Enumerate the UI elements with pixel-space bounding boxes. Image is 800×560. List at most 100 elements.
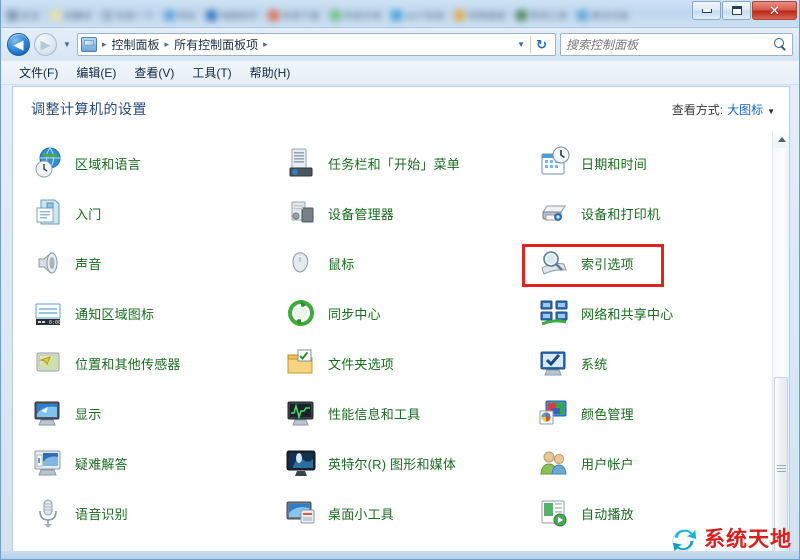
control-panel-item-label: 区域和语言 (75, 156, 142, 172)
chevron-down-icon: ▼ (63, 40, 71, 49)
tab-favicon-icon (49, 9, 61, 21)
view-by-control[interactable]: 查看方式: 大图标 ▼ (672, 101, 775, 118)
close-button[interactable]: ✕ (752, 1, 797, 20)
tab-label: 控制面板 (468, 10, 506, 21)
maximize-icon (731, 6, 742, 15)
control-panel-item-sync-center[interactable]: 同步中心 (266, 288, 519, 338)
search-input[interactable] (566, 37, 774, 52)
browser-tab[interactable]: 百度一下 (102, 9, 154, 22)
maximize-button[interactable] (722, 1, 751, 20)
date-time-icon (537, 146, 571, 180)
tab-label: 系统下载 (282, 10, 320, 21)
menu-tools[interactable]: 工具(T) (184, 62, 239, 83)
browser-tab[interactable]: 更多内容 (577, 9, 629, 22)
address-dropdown-button[interactable]: ▼ (512, 40, 530, 49)
speech-recognition-icon (31, 496, 65, 530)
control-panel-item-intel-graphics-media[interactable]: 英特尔(R) 图形和媒体 (266, 438, 519, 488)
control-panel-item-label: 显示 (75, 406, 102, 422)
control-panel-item-label: 声音 (75, 256, 102, 272)
performance-info-tools-icon (284, 396, 318, 430)
grid-row: 位置和其他传感器 文件夹选项 系统 (13, 338, 772, 388)
control-panel-item-sound[interactable]: 声音 (13, 238, 266, 288)
control-panel-item-display[interactable]: 显示 (13, 388, 266, 438)
watermark-text: 系统天地 (704, 527, 792, 551)
tab-favicon-icon (268, 9, 280, 21)
grid-row: 疑难解答 英特尔(R) 图形和媒体 用户帐户 (13, 438, 772, 488)
address-bar-row: ◀ ▶ ▼ ▸ 控制面板 ▸ 所有控制面板项 ▸ ▼ ↻ (1, 28, 799, 61)
control-panel-item-device-manager[interactable]: 设备管理器 (266, 188, 519, 238)
browser-tab[interactable]: 常用工具 (515, 9, 568, 22)
control-panel-item-label: 性能信息和工具 (328, 406, 421, 422)
scroll-up-button[interactable] (773, 131, 789, 148)
browser-tab[interactable]: 电脑软件 (206, 9, 258, 22)
control-panel-item-notification-area-icons[interactable]: 0:00 通知区域图标 (13, 288, 266, 338)
vertical-scrollbar[interactable] (772, 131, 789, 559)
menu-help[interactable]: 帮助(H) (242, 62, 299, 83)
control-panel-item-location-sensors[interactable]: 位置和其他传感器 (13, 338, 266, 388)
tab-label: 网址 (177, 10, 197, 21)
menu-view[interactable]: 查看(V) (126, 62, 182, 83)
tab-label: 系统天地 (343, 10, 382, 21)
minimize-button[interactable] (692, 1, 721, 20)
notification-area-icons-icon: 0:00 (31, 296, 65, 330)
control-panel-item-region-language[interactable]: 区域和语言 (13, 138, 266, 188)
control-panel-item-performance-info-tools[interactable]: 性能信息和工具 (266, 388, 519, 438)
control-panel-item-indexing-options[interactable]: 索引选项 (519, 238, 772, 288)
control-panel-item-label: 索引选项 (581, 256, 634, 272)
tab-favicon-icon (454, 9, 466, 21)
control-panel-item-taskbar-start-menu[interactable]: 任务栏和「开始」菜单 (266, 138, 519, 188)
control-panel-item-color-management[interactable]: 颜色管理 (519, 388, 772, 438)
control-panel-item-devices-printers[interactable]: 设备和打印机 (519, 188, 772, 238)
browser-tab[interactable]: 收藏夹 (49, 9, 93, 22)
control-panel-item-network-sharing-center[interactable]: 网络和共享中心 (519, 288, 772, 338)
search-box[interactable] (560, 33, 793, 56)
recent-locations-button[interactable]: ▼ (61, 35, 73, 55)
control-panel-item-speech-recognition[interactable]: 语音识别 (13, 488, 266, 538)
browser-tab[interactable]: 控制面板 (454, 9, 506, 22)
menu-file[interactable]: 文件(F) (11, 62, 66, 83)
triangle-up-icon (777, 137, 786, 142)
menu-bar: 文件(F) 编辑(E) 查看(V) 工具(T) 帮助(H) (1, 61, 799, 85)
chevron-down-icon[interactable]: ▼ (767, 107, 775, 116)
control-panel-item-label: 系统 (581, 356, 608, 372)
control-panel-item-label: 同步中心 (328, 306, 381, 322)
watermark: 系统天地 (669, 524, 792, 554)
grid-row (13, 131, 772, 138)
control-panel-item-label: 鼠标 (328, 256, 355, 272)
browser-tab[interactable]: 系统天地 (329, 9, 382, 22)
control-panel-item-getting-started[interactable]: 入门 (13, 188, 266, 238)
back-button[interactable]: ◀ (7, 33, 30, 56)
view-by-value[interactable]: 大图标 (727, 101, 763, 118)
control-panel-item-label: 任务栏和「开始」菜单 (328, 156, 461, 172)
grid-row: 显示 性能信息和工具 颜色管理 (13, 388, 772, 438)
browser-tab[interactable]: 网址 (163, 9, 197, 22)
browser-tab[interactable]: win7系统 (391, 9, 444, 22)
control-panel-item-date-time[interactable]: 日期和时间 (519, 138, 772, 188)
address-bar[interactable]: ▸ 控制面板 ▸ 所有控制面板项 ▸ ▼ ↻ (77, 33, 556, 56)
breadcrumb-item-all-items[interactable]: 所有控制面板项 (171, 35, 261, 54)
forward-arrow-icon: ▶ (40, 37, 51, 52)
control-panel-item-troubleshooting[interactable]: 疑难解答 (13, 438, 266, 488)
control-panel-item-folder-options[interactable]: 文件夹选项 (266, 338, 519, 388)
tab-label: 收藏夹 (63, 10, 93, 21)
intel-graphics-media-icon (284, 446, 318, 480)
control-panel-item-partial (13, 131, 266, 138)
browser-tab[interactable]: 安全 (7, 9, 40, 22)
refresh-button[interactable]: ↻ (531, 37, 552, 53)
menu-edit[interactable]: 编辑(E) (68, 62, 124, 83)
grid-row: 语音识别 桌面小工具 自动播放 (13, 488, 772, 538)
breadcrumb-separator[interactable]: ▸ (261, 39, 270, 50)
content-pane: 调整计算机的设置 查看方式: 大图标 ▼ 区域和语言 任务栏和「开始」菜单 日期和时… (12, 86, 790, 559)
control-panel-item-mouse[interactable]: 鼠标 (266, 238, 519, 288)
breadcrumb-item-control-panel[interactable]: 控制面板 (109, 35, 163, 54)
control-panel-item-system[interactable]: 系统 (519, 338, 772, 388)
tab-favicon-icon (391, 9, 403, 21)
minimize-icon (701, 8, 712, 13)
folder-options-icon (284, 346, 318, 380)
control-panel-item-label: 疑难解答 (75, 456, 128, 472)
browser-tab[interactable]: 系统下载 (268, 9, 320, 22)
control-panel-item-desktop-gadgets[interactable]: 桌面小工具 (266, 488, 519, 538)
close-icon: ✕ (769, 3, 780, 18)
control-panel-item-user-accounts[interactable]: 用户帐户 (519, 438, 772, 488)
forward-button[interactable]: ▶ (34, 33, 57, 56)
